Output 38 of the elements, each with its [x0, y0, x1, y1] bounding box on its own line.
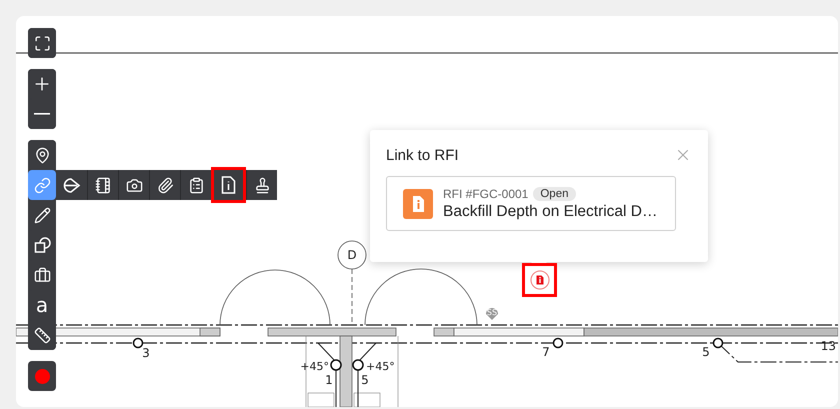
- sheet-label: 3: [142, 346, 150, 360]
- rfi-card[interactable]: RFI #FGC-0001 Open Backfill Depth on Electrical D…: [386, 176, 676, 231]
- sheet-label: +45°: [366, 360, 395, 373]
- rfi-document-icon: [403, 188, 433, 218]
- sheet-label: D: [347, 248, 357, 262]
- clipboard-icon: [188, 176, 204, 194]
- record-button[interactable]: [28, 361, 56, 391]
- map-pin-icon: [34, 146, 50, 164]
- sheet-label: 5: [702, 345, 710, 359]
- link-type-button[interactable]: [211, 167, 246, 203]
- status-badge: Open: [533, 186, 576, 200]
- sheet-label: +45°: [300, 360, 329, 373]
- fullscreen-button[interactable]: [28, 28, 56, 58]
- camera-icon: [126, 176, 142, 194]
- link-icon: [34, 176, 50, 194]
- sheet-label: 1: [325, 373, 333, 387]
- link-type-button[interactable]: [246, 170, 277, 200]
- stamp-icon: [254, 176, 270, 194]
- shapes-icon: [34, 236, 50, 254]
- rfi-title: Backfill Depth on Electrical D…: [443, 202, 658, 220]
- sheet-label: 7: [542, 345, 550, 359]
- document-info-icon: [221, 176, 236, 194]
- pencil-icon: [34, 206, 50, 224]
- fullscreen-icon: [34, 34, 50, 52]
- ruler-icon: [34, 326, 50, 344]
- notebook-icon: [94, 176, 112, 194]
- minus-icon: [34, 113, 50, 115]
- popover-title: Link to RFI: [386, 146, 459, 164]
- briefcase-icon: [34, 266, 50, 284]
- rfi-marker[interactable]: [522, 263, 557, 297]
- rfi-number: RFI #FGC-0001: [443, 186, 528, 200]
- sheet-label: 5: [361, 373, 369, 387]
- circle-arrow-icon: [62, 176, 81, 194]
- pipe-symbol: [552, 338, 564, 348]
- pipe-symbol: [132, 338, 144, 348]
- sheet-label: 13: [820, 339, 836, 353]
- paperclip-icon: [156, 176, 174, 194]
- document-marker-icon: [530, 270, 550, 290]
